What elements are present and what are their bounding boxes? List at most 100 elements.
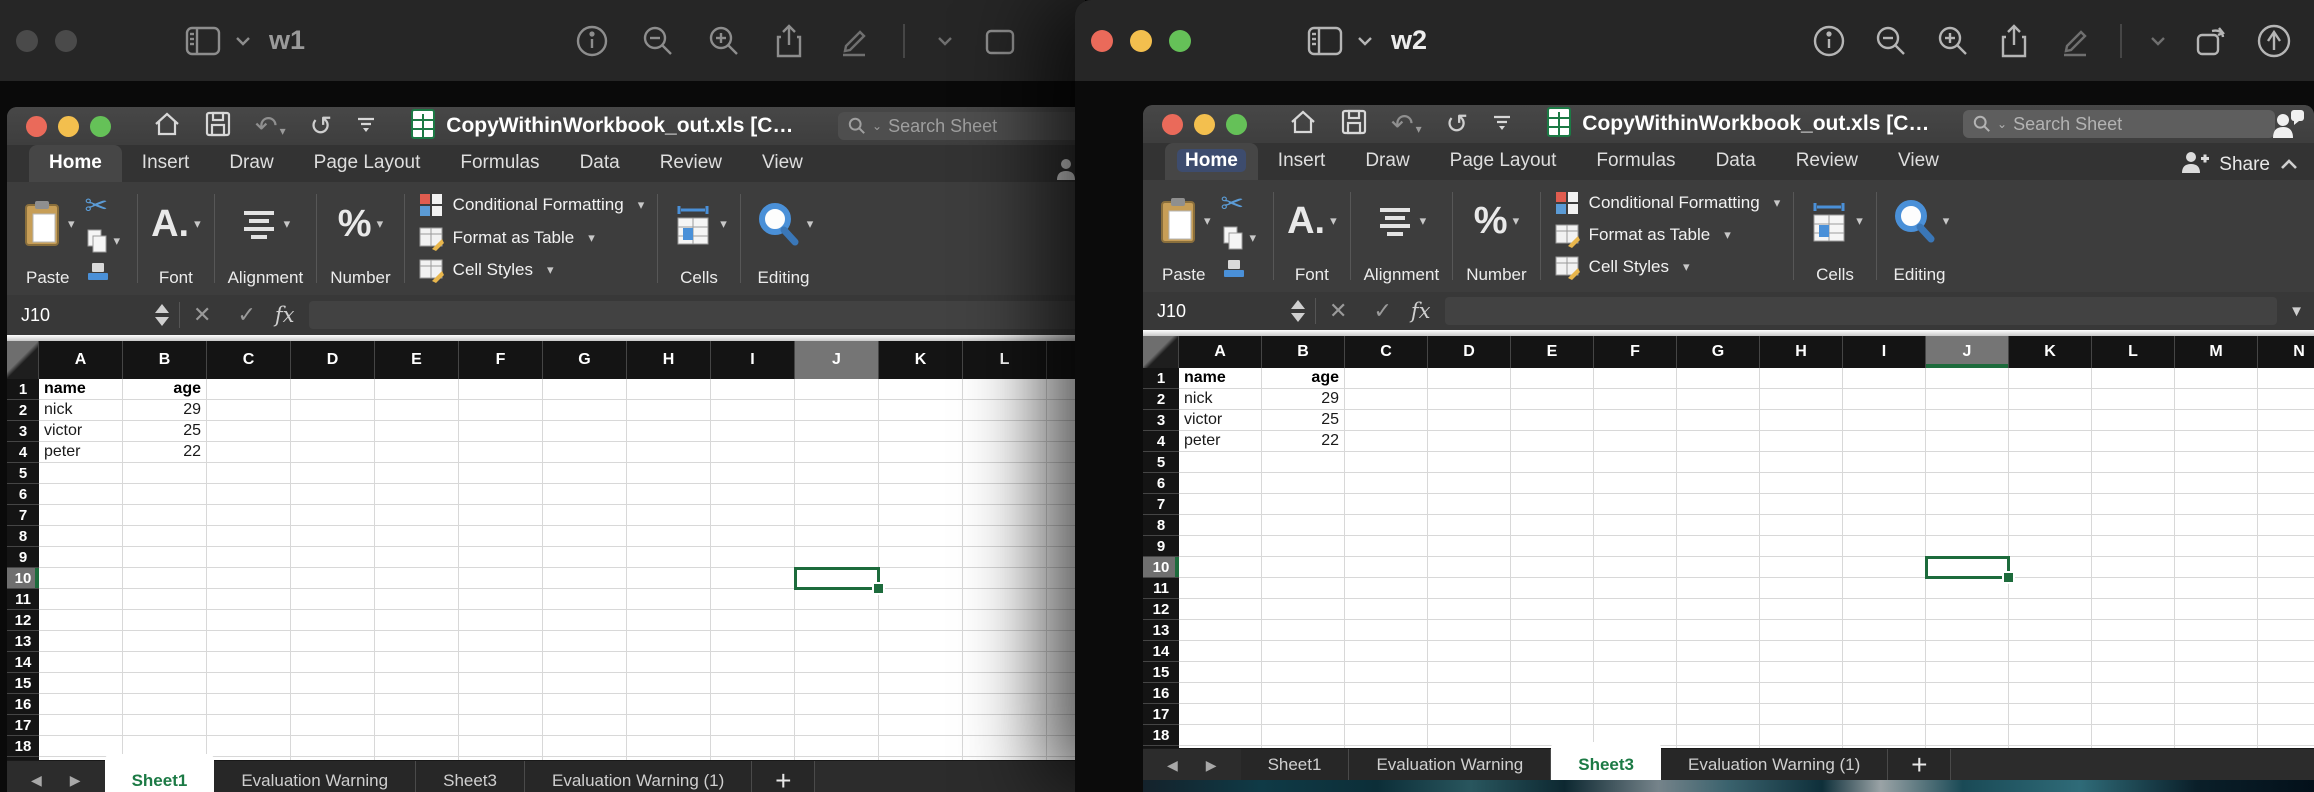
w2-titlebar[interactable]: w2: [1075, 0, 2314, 81]
cell-A9[interactable]: [1179, 536, 1262, 557]
cell-C1[interactable]: [207, 379, 291, 400]
alignment-group-button[interactable]: ▾ Alignment: [228, 182, 304, 295]
customize-toolbar-icon[interactable]: [1492, 113, 1512, 136]
zoom-in-icon[interactable]: [1936, 24, 1970, 58]
cell-D15[interactable]: [291, 673, 375, 694]
cell-D10[interactable]: [1428, 557, 1511, 578]
cell-J1[interactable]: [795, 379, 879, 400]
row-header-15[interactable]: 15: [1143, 662, 1179, 683]
cell-F13[interactable]: [1594, 620, 1677, 641]
cell-D13[interactable]: [1428, 620, 1511, 641]
excel-titlebar-1[interactable]: ↶▾ ↺ CopyWithinWorkbook_out.xls [C… ⌄ Se…: [7, 107, 1100, 146]
cell-N3[interactable]: [2258, 410, 2314, 431]
maximize-icon[interactable]: [1169, 30, 1191, 52]
row-header-12[interactable]: 12: [1143, 599, 1179, 620]
cell-C13[interactable]: [207, 631, 291, 652]
column-header-C[interactable]: C: [1345, 336, 1428, 368]
cell-C4[interactable]: [1345, 431, 1428, 452]
cell-B10[interactable]: [1262, 557, 1345, 578]
menu-tab-formulas[interactable]: Formulas: [1576, 143, 1695, 180]
column-header-F[interactable]: F: [459, 341, 543, 379]
row-header-5[interactable]: 5: [7, 463, 39, 484]
cell-A17[interactable]: [1179, 704, 1262, 725]
cell-C6[interactable]: [207, 484, 291, 505]
cell-A1[interactable]: name: [1179, 368, 1262, 389]
column-header-G[interactable]: G: [543, 341, 627, 379]
cell-K12[interactable]: [2009, 599, 2092, 620]
cell-A8[interactable]: [39, 526, 123, 547]
cell-F14[interactable]: [1594, 641, 1677, 662]
fill-handle[interactable]: [2002, 571, 2015, 584]
cell-I7[interactable]: [711, 505, 795, 526]
cell-G3[interactable]: [1677, 410, 1760, 431]
cell-M16[interactable]: [2175, 683, 2258, 704]
cell-K6[interactable]: [879, 484, 963, 505]
cell-M6[interactable]: [2175, 473, 2258, 494]
cell-A15[interactable]: [1179, 662, 1262, 683]
redo-icon[interactable]: ↺: [1446, 111, 1469, 138]
cell-F4[interactable]: [459, 442, 543, 463]
cell-K2[interactable]: [879, 400, 963, 421]
markup-pencil-icon[interactable]: [2058, 24, 2092, 58]
cell-L16[interactable]: [963, 694, 1047, 715]
cell-D16[interactable]: [291, 694, 375, 715]
cell-H8[interactable]: [627, 526, 711, 547]
cell-B7[interactable]: [1262, 494, 1345, 515]
cell-J18[interactable]: [795, 736, 879, 757]
cell-K3[interactable]: [2009, 410, 2092, 431]
cell-M4[interactable]: [2175, 431, 2258, 452]
column-header-M[interactable]: M: [2175, 336, 2258, 368]
cell-A17[interactable]: [39, 715, 123, 736]
cell-C17[interactable]: [1345, 704, 1428, 725]
row-header-2[interactable]: 2: [1143, 389, 1179, 410]
conditional-formatting-button[interactable]: Conditional Formatting▾: [1554, 190, 1781, 216]
cell-G5[interactable]: [1677, 452, 1760, 473]
sheet-tab-sheet1[interactable]: Sheet1: [1241, 749, 1350, 780]
cell-M9[interactable]: [2175, 536, 2258, 557]
cell-J14[interactable]: [795, 652, 879, 673]
cell-A18[interactable]: [1179, 725, 1262, 746]
editing-caret-icon[interactable]: ▾: [807, 216, 814, 232]
row-header-15[interactable]: 15: [7, 673, 39, 694]
cell-K9[interactable]: [879, 547, 963, 568]
cell-B5[interactable]: [1262, 452, 1345, 473]
cell-I12[interactable]: [1843, 599, 1926, 620]
conditional-formatting-button[interactable]: Conditional Formatting▾: [418, 192, 645, 218]
cell-K18[interactable]: [879, 736, 963, 757]
cell-N2[interactable]: [2258, 389, 2314, 410]
cell-F16[interactable]: [1594, 683, 1677, 704]
cell-H3[interactable]: [1760, 410, 1843, 431]
column-header-J[interactable]: J: [795, 341, 879, 379]
cell-D12[interactable]: [1428, 599, 1511, 620]
menu-tab-draw[interactable]: Draw: [1345, 143, 1429, 180]
column-header-G[interactable]: G: [1677, 336, 1760, 368]
cell-N4[interactable]: [2258, 431, 2314, 452]
name-box-stepper[interactable]: [1291, 300, 1315, 322]
cell-I2[interactable]: [1843, 389, 1926, 410]
close-icon[interactable]: [1162, 114, 1183, 135]
cell-F9[interactable]: [1594, 536, 1677, 557]
cell-G15[interactable]: [543, 673, 627, 694]
cell-E17[interactable]: [1511, 704, 1594, 725]
cells-group-button[interactable]: ▾ Cells: [1807, 180, 1863, 292]
cell-E4[interactable]: [375, 442, 459, 463]
cell-C9[interactable]: [207, 547, 291, 568]
cell-I6[interactable]: [1843, 473, 1926, 494]
row-header-7[interactable]: 7: [1143, 494, 1179, 515]
minimize-icon[interactable]: [58, 116, 79, 137]
cell-D2[interactable]: [291, 400, 375, 421]
cell-L2[interactable]: [2092, 389, 2175, 410]
cell-E10[interactable]: [1511, 557, 1594, 578]
row-header-8[interactable]: 8: [7, 526, 39, 547]
row-header-9[interactable]: 9: [7, 547, 39, 568]
cell-H16[interactable]: [627, 694, 711, 715]
cell-E11[interactable]: [375, 589, 459, 610]
cell-F4[interactable]: [1594, 431, 1677, 452]
cell-D18[interactable]: [291, 736, 375, 757]
cell-L4[interactable]: [963, 442, 1047, 463]
cell-C13[interactable]: [1345, 620, 1428, 641]
column-header-L[interactable]: L: [963, 341, 1047, 379]
cell-A5[interactable]: [1179, 452, 1262, 473]
cell-E10[interactable]: [375, 568, 459, 589]
cell-E5[interactable]: [375, 463, 459, 484]
